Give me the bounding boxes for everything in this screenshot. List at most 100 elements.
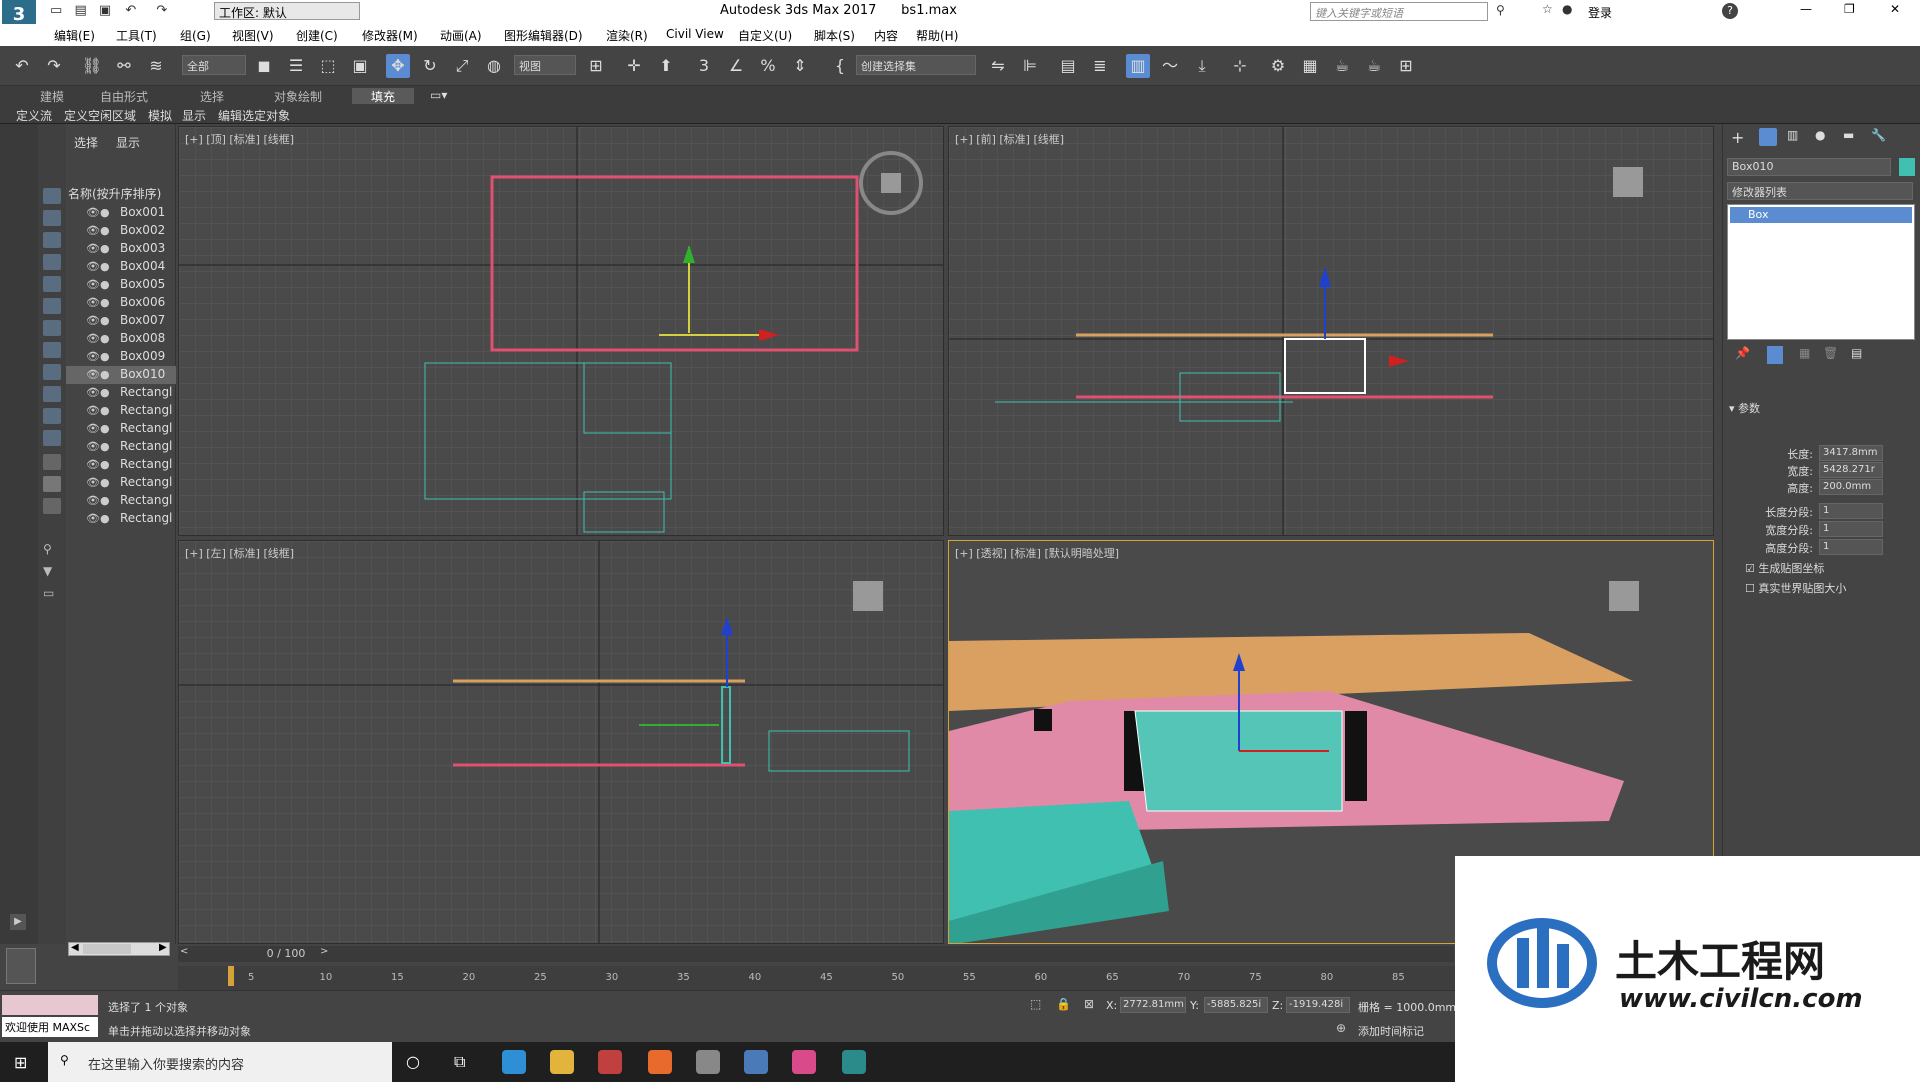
scene-tab-select[interactable]: 选择 bbox=[74, 134, 98, 151]
gen-uv-checkbox[interactable]: ☑ 生成贴图坐标 bbox=[1745, 560, 1824, 576]
real-world-checkbox[interactable]: ☐ 真实世界贴图大小 bbox=[1745, 580, 1846, 596]
edge-icon[interactable] bbox=[502, 1050, 526, 1074]
param-spinner[interactable]: 1 bbox=[1819, 503, 1883, 519]
viewport-front[interactable]: [+] [前] [标准] [线框] bbox=[948, 126, 1714, 536]
photo-app-icon[interactable] bbox=[792, 1050, 816, 1074]
display-tab-icon[interactable]: ▬ bbox=[1843, 128, 1854, 142]
display-button[interactable]: 显示 bbox=[182, 107, 206, 124]
display-spacewarps-icon[interactable] bbox=[43, 298, 61, 314]
close-button[interactable]: ✕ bbox=[1890, 2, 1900, 16]
scene-item[interactable]: 👁● Rectangl bbox=[66, 384, 176, 402]
task-view-icon[interactable]: ⧉ bbox=[454, 1052, 465, 1072]
lock-selection-icon[interactable]: 🔒 bbox=[1056, 997, 1071, 1011]
param-spinner[interactable]: 3417.8mm bbox=[1819, 445, 1883, 461]
toggle-ribbon-icon[interactable]: ▥ bbox=[1126, 54, 1150, 78]
menu-rendering[interactable]: 渲染(R) bbox=[606, 27, 648, 44]
viewport-left[interactable]: [+] [左] [标准] [线框] bbox=[178, 540, 944, 944]
taskbar-search[interactable]: ⚲ 在这里输入你要搜索的内容 bbox=[48, 1042, 392, 1082]
menu-views[interactable]: 视图(V) bbox=[232, 27, 274, 44]
undo-icon[interactable]: ↶ bbox=[10, 54, 34, 78]
menu-customize[interactable]: 自定义(U) bbox=[738, 27, 792, 44]
isolate-icon[interactable]: ⬚ bbox=[1030, 997, 1041, 1011]
selection-filter-dropdown[interactable]: 全部 bbox=[182, 55, 246, 75]
viewport-left-label[interactable]: [+] [左] [标准] [线框] bbox=[185, 545, 294, 561]
viewport-top[interactable]: [+] [顶] [标准] [线框] bbox=[178, 126, 944, 536]
visibility-eye-icon[interactable]: 👁● bbox=[86, 494, 110, 507]
scene-item[interactable]: 👁● Box010 bbox=[66, 366, 176, 384]
display-groups-icon[interactable] bbox=[43, 320, 61, 336]
add-time-tag-icon[interactable]: ⊕ bbox=[1336, 1021, 1346, 1035]
viewport-front-label[interactable]: [+] [前] [标准] [线框] bbox=[955, 131, 1064, 147]
restore-button[interactable]: ❐ bbox=[1844, 2, 1855, 16]
remove-modifier-icon[interactable]: 🗑 bbox=[1823, 346, 1838, 360]
create-tab-icon[interactable]: + bbox=[1731, 128, 1744, 147]
open-file-icon[interactable]: ▤ bbox=[74, 3, 86, 18]
define-flows-button[interactable]: 定义流 bbox=[16, 107, 52, 124]
motion-tab-icon[interactable]: ● bbox=[1815, 128, 1825, 142]
scene-item[interactable]: 👁● Box002 bbox=[66, 222, 176, 240]
menu-create[interactable]: 创建(C) bbox=[296, 27, 338, 44]
redo-icon[interactable]: ↷ bbox=[42, 54, 66, 78]
scene-item[interactable]: 👁● Box007 bbox=[66, 312, 176, 330]
chat-app-icon[interactable] bbox=[598, 1050, 622, 1074]
menu-graph-editors[interactable]: 图形编辑器(D) bbox=[504, 27, 583, 44]
select-move-icon[interactable]: ✥ bbox=[386, 54, 410, 78]
stack-item-box[interactable]: Box bbox=[1730, 207, 1912, 223]
expand-arrow-icon[interactable]: ▶ bbox=[10, 914, 26, 930]
unlink-icon[interactable]: ⚯ bbox=[112, 54, 136, 78]
display-cameras-icon[interactable] bbox=[43, 254, 61, 270]
time-slider[interactable]: < 0 / 100 > bbox=[178, 946, 1454, 962]
visibility-eye-icon[interactable]: 👁● bbox=[86, 422, 110, 435]
visibility-eye-icon[interactable]: 👁● bbox=[86, 242, 110, 255]
search-box[interactable]: 键入关键字或短语 bbox=[1310, 2, 1488, 21]
show-end-result-icon[interactable] bbox=[1767, 346, 1783, 364]
display-none-icon[interactable] bbox=[43, 476, 61, 492]
visibility-eye-icon[interactable]: 👁● bbox=[86, 296, 110, 309]
add-time-tag-button[interactable]: 添加时间标记 bbox=[1358, 1023, 1424, 1039]
visibility-eye-icon[interactable]: 👁● bbox=[86, 386, 110, 399]
save-icon[interactable]: ▣ bbox=[99, 3, 111, 18]
visibility-eye-icon[interactable]: 👁● bbox=[86, 260, 110, 273]
viewport-perspective-label[interactable]: [+] [透视] [标准] [默认明暗处理] bbox=[955, 545, 1119, 561]
rect-selection-icon[interactable]: ⬚ bbox=[316, 54, 340, 78]
absolute-mode-icon[interactable]: ⊠ bbox=[1084, 997, 1094, 1011]
scene-item[interactable]: 👁● Box006 bbox=[66, 294, 176, 312]
curve-editor-icon[interactable]: 〜 bbox=[1158, 54, 1182, 78]
menu-help[interactable]: 帮助(H) bbox=[916, 27, 958, 44]
star-icon[interactable]: ☆ bbox=[1542, 2, 1553, 16]
binoculars-icon[interactable]: ⚲ bbox=[1496, 3, 1505, 17]
visibility-eye-icon[interactable]: 👁● bbox=[86, 206, 110, 219]
edit-named-selection-icon[interactable]: { bbox=[828, 54, 852, 78]
scene-item[interactable]: 👁● Box004 bbox=[66, 258, 176, 276]
visibility-eye-icon[interactable]: 👁● bbox=[86, 404, 110, 417]
menu-scripting[interactable]: 脚本(S) bbox=[814, 27, 855, 44]
render-setup-icon[interactable]: ⚙ bbox=[1266, 54, 1290, 78]
scene-item[interactable]: 👁● Box001 bbox=[66, 204, 176, 222]
scene-item[interactable]: 👁● Rectangl bbox=[66, 438, 176, 456]
layer-manager-icon[interactable]: ▤ bbox=[1056, 54, 1080, 78]
scroll-right-icon[interactable]: ▶ bbox=[159, 942, 167, 953]
render-cloud-icon[interactable]: ⊞ bbox=[1394, 54, 1418, 78]
windows-start-icon[interactable]: ⊞ bbox=[14, 1053, 27, 1072]
display-helpers-icon[interactable] bbox=[43, 276, 61, 292]
define-idle-areas-button[interactable]: 定义空闲区域 bbox=[64, 107, 136, 124]
notes-icon[interactable] bbox=[744, 1050, 768, 1074]
select-object-icon[interactable]: ◼ bbox=[252, 54, 276, 78]
ribbon-tab-populate[interactable]: 填充 bbox=[352, 88, 414, 104]
simulate-button[interactable]: 模拟 bbox=[148, 107, 172, 124]
link-icon[interactable]: ⛓ bbox=[80, 54, 104, 78]
align-icon[interactable]: ⊫ bbox=[1018, 54, 1042, 78]
params-rollout-header[interactable]: ▾ 参数 bbox=[1729, 400, 1760, 416]
object-color-swatch[interactable] bbox=[1899, 158, 1915, 176]
file-explorer-icon[interactable] bbox=[550, 1050, 574, 1074]
minimize-button[interactable]: — bbox=[1800, 2, 1812, 16]
scene-item[interactable]: 👁● Rectangl bbox=[66, 420, 176, 438]
make-unique-icon[interactable]: ▦ bbox=[1799, 346, 1810, 360]
scene-item[interactable]: 👁● Box009 bbox=[66, 348, 176, 366]
display-all-icon[interactable] bbox=[43, 454, 61, 470]
utilities-tab-icon[interactable]: 🔧 bbox=[1871, 128, 1886, 142]
bind-space-warp-icon[interactable]: ≋ bbox=[144, 54, 168, 78]
display-shapes-icon[interactable] bbox=[43, 210, 61, 226]
ribbon-tab-modeling[interactable]: 建模 bbox=[40, 88, 64, 105]
z-coord-field[interactable]: -1919.428i bbox=[1286, 997, 1350, 1013]
